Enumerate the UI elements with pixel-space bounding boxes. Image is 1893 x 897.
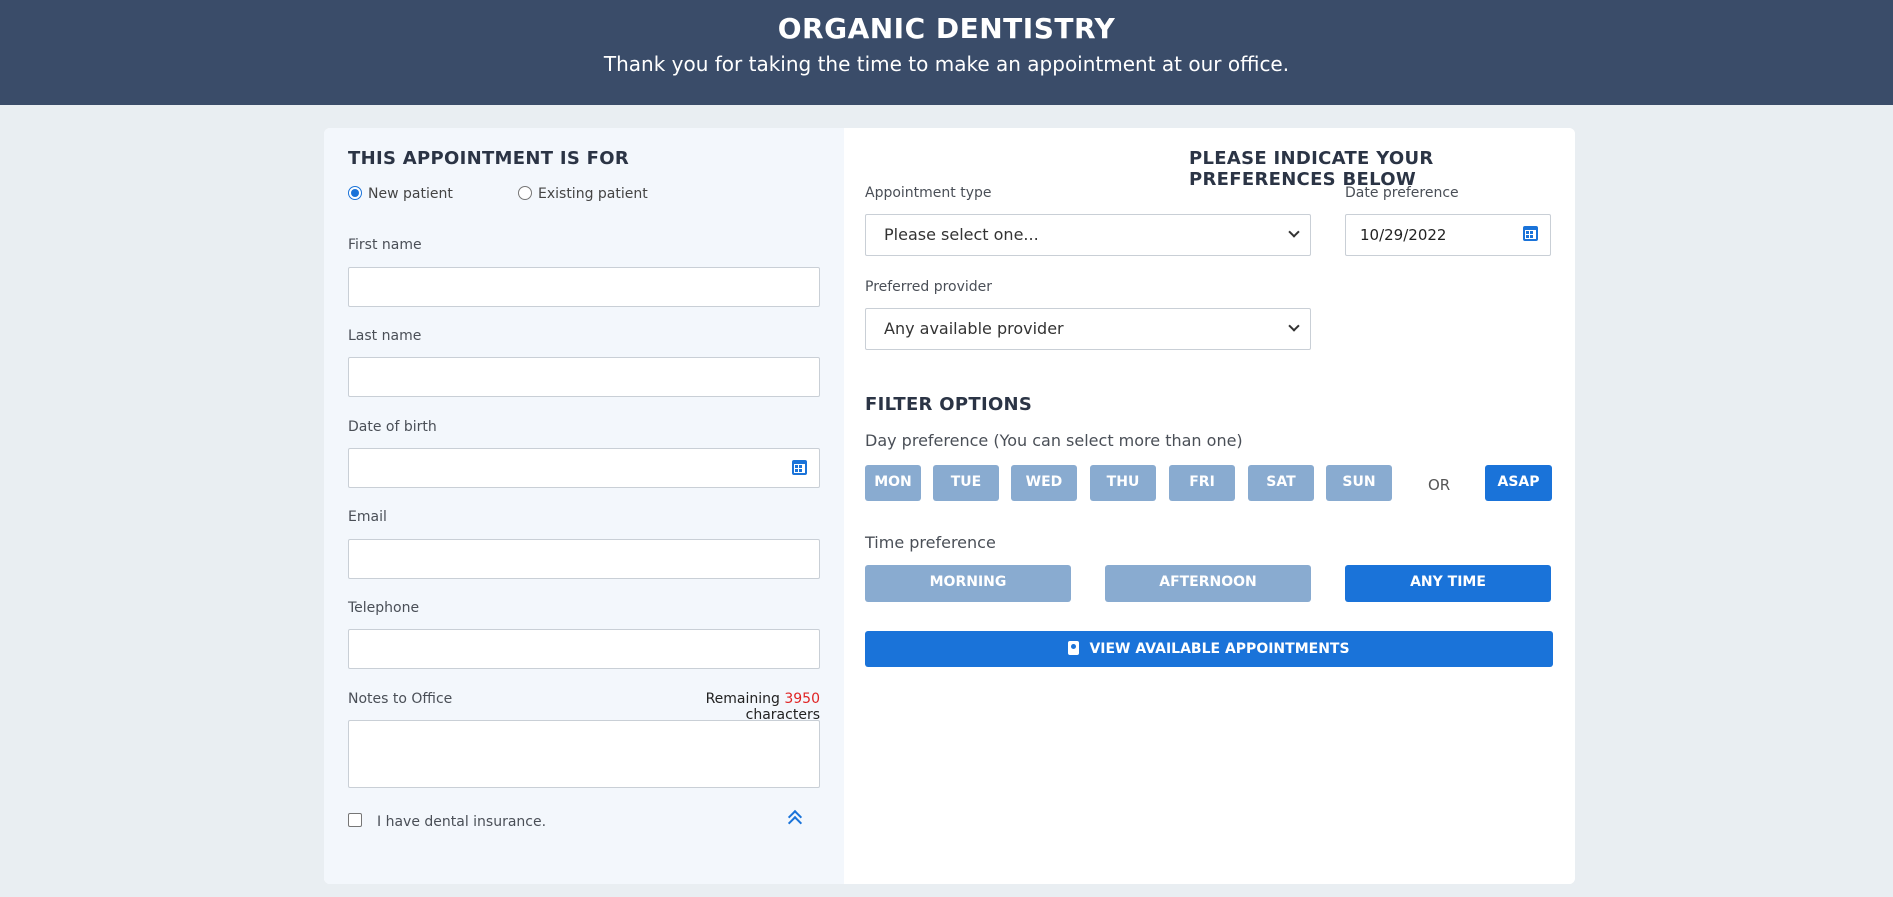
notes-label: Notes to Office — [348, 691, 453, 707]
time-button-any-time[interactable]: ANY TIME — [1345, 565, 1551, 602]
dob-label: Date of birth — [348, 419, 437, 435]
day-button-sun[interactable]: SUN — [1326, 465, 1392, 501]
appointment-type-label: Appointment type — [865, 185, 992, 201]
email-input[interactable] — [348, 539, 820, 579]
insurance-checkbox[interactable] — [348, 813, 362, 827]
filter-options-title: FILTER OPTIONS — [865, 394, 1033, 415]
telephone-input[interactable] — [348, 629, 820, 669]
date-preference-value: 10/29/2022 — [1360, 226, 1447, 244]
telephone-label: Telephone — [348, 600, 420, 616]
remaining-prefix: Remaining — [705, 691, 780, 707]
new-patient-label: New patient — [368, 186, 453, 202]
dob-input[interactable] — [348, 448, 820, 488]
page-header: ORGANIC DENTISTRY Thank you for taking t… — [0, 0, 1893, 105]
chevron-down-icon — [1288, 320, 1300, 332]
last-name-label: Last name — [348, 328, 422, 344]
appointment-card: THIS APPOINTMENT IS FOR New patient Exis… — [324, 128, 1575, 884]
date-preference-input[interactable]: 10/29/2022 — [1345, 214, 1551, 256]
calendar-icon[interactable] — [792, 460, 807, 475]
time-button-afternoon[interactable]: AFTERNOON — [1105, 565, 1311, 602]
view-appointments-label: VIEW AVAILABLE APPOINTMENTS — [1089, 641, 1350, 657]
existing-patient-radio[interactable] — [518, 186, 532, 200]
day-button-fri[interactable]: FRI — [1169, 465, 1235, 501]
patient-info-panel: THIS APPOINTMENT IS FOR New patient Exis… — [324, 128, 844, 884]
notes-textarea[interactable] — [348, 720, 820, 788]
existing-patient-label: Existing patient — [538, 186, 648, 202]
asap-button[interactable]: ASAP — [1485, 465, 1552, 501]
insurance-label: I have dental insurance. — [377, 814, 547, 830]
remaining-count: 3950 — [784, 691, 820, 707]
day-button-tue[interactable]: TUE — [933, 465, 999, 501]
time-button-morning[interactable]: MORNING — [865, 565, 1071, 602]
remaining-characters: Remaining 3950 characters — [630, 691, 820, 723]
office-title: ORGANIC DENTISTRY — [777, 12, 1116, 45]
first-name-label: First name — [348, 237, 422, 253]
day-button-sat[interactable]: SAT — [1248, 465, 1314, 501]
first-name-input[interactable] — [348, 267, 820, 307]
day-button-mon[interactable]: MON — [865, 465, 921, 501]
contact-book-icon — [1068, 641, 1080, 655]
preferences-title: PLEASE INDICATE YOUR PREFERENCES BELOW — [1189, 148, 1434, 190]
time-preference-label: Time preference — [865, 533, 996, 552]
day-preference-label: Day preference (You can select more than… — [865, 431, 1243, 450]
chevron-down-icon — [1288, 226, 1300, 238]
email-label: Email — [348, 509, 387, 525]
new-patient-radio[interactable] — [348, 186, 362, 200]
calendar-icon[interactable] — [1523, 226, 1538, 241]
header-subtitle: Thank you for taking the time to make an… — [603, 52, 1290, 76]
preferred-provider-value: Any available provider — [884, 319, 1064, 338]
date-preference-label: Date preference — [1345, 185, 1459, 201]
view-appointments-button[interactable]: VIEW AVAILABLE APPOINTMENTS — [865, 631, 1553, 667]
preferred-provider-label: Preferred provider — [865, 279, 993, 295]
appointment-type-select[interactable]: Please select one... — [865, 214, 1311, 256]
appointment-for-title: THIS APPOINTMENT IS FOR — [348, 148, 630, 169]
or-label: OR — [1428, 476, 1451, 494]
day-button-thu[interactable]: THU — [1090, 465, 1156, 501]
preferred-provider-select[interactable]: Any available provider — [865, 308, 1311, 350]
last-name-input[interactable] — [348, 357, 820, 397]
day-button-wed[interactable]: WED — [1011, 465, 1077, 501]
appointment-type-value: Please select one... — [884, 225, 1039, 244]
